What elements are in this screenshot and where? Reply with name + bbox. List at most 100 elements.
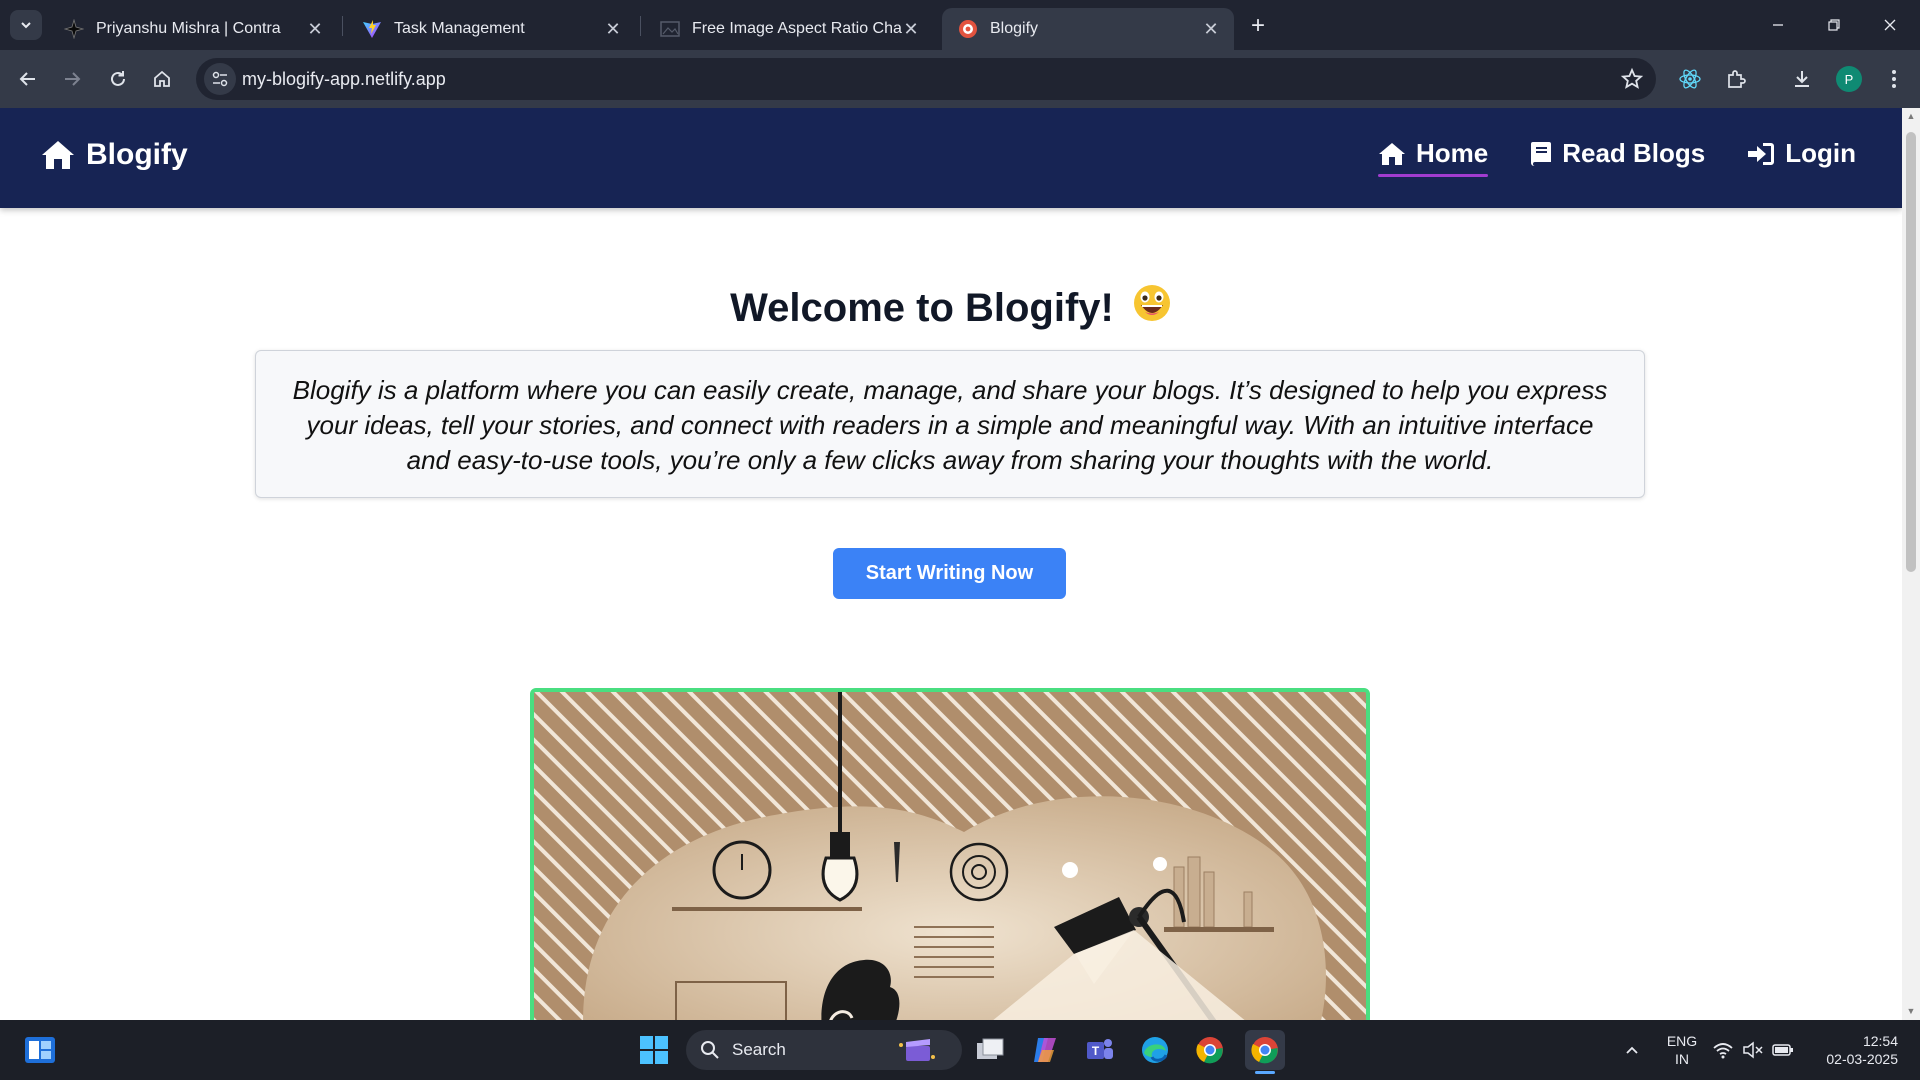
task-view-button[interactable] [970, 1030, 1010, 1070]
windows-logo-icon [640, 1036, 668, 1064]
taskbar-search[interactable]: Search [686, 1030, 962, 1070]
close-icon[interactable]: ✕ [306, 20, 324, 38]
minimize-button[interactable] [1750, 0, 1806, 50]
tab-title: Free Image Aspect Ratio Changer [692, 20, 902, 37]
chrome-button[interactable] [1190, 1030, 1230, 1070]
home-icon [154, 70, 170, 87]
close-icon [1884, 19, 1896, 31]
brand-name: Blogify [86, 138, 188, 171]
url-text[interactable]: my-blogify-app.netlify.app [242, 69, 446, 90]
contra-logo-icon [64, 19, 84, 39]
nav-login[interactable]: Login [1747, 138, 1856, 175]
close-window-button[interactable] [1862, 0, 1918, 50]
browser-toolbar: my-blogify-app.netlify.app P [0, 50, 1920, 108]
site-info-button[interactable] [204, 63, 236, 95]
downloads-button[interactable] [1786, 63, 1818, 95]
widgets-button[interactable] [20, 1030, 60, 1070]
tab-aspect-ratio[interactable]: Free Image Aspect Ratio Changer ✕ [644, 8, 934, 50]
chevron-up-icon [1626, 1046, 1638, 1054]
tab-title: Priyanshu Mishra | Contra [96, 20, 281, 37]
arrow-right-icon [65, 72, 81, 86]
language-indicator[interactable]: ENG IN [1664, 1032, 1700, 1068]
clock-time: 12:54 [1862, 1033, 1898, 1049]
svg-text:T: T [1092, 1044, 1100, 1058]
page-viewport: Blogify Home Read Blogs Login Welcome to… [0, 108, 1902, 1020]
home-icon [42, 141, 74, 169]
nav-label: Home [1415, 138, 1489, 168]
copilot-icon [1034, 1038, 1056, 1062]
teams-button[interactable]: T [1080, 1030, 1120, 1070]
system-tray-status[interactable] [1708, 1030, 1798, 1070]
tab-contra[interactable]: Priyanshu Mishra | Contra ✕ [48, 8, 338, 50]
copilot-button[interactable] [1025, 1030, 1065, 1070]
nav-read-blogs[interactable]: Read Blogs [1530, 138, 1705, 175]
nav-home[interactable]: Home [1377, 138, 1489, 177]
search-icon [701, 1041, 719, 1059]
minimize-icon [1773, 24, 1783, 26]
scroll-up-icon[interactable]: ▲ [1906, 111, 1916, 121]
clapperboard-icon [899, 1039, 935, 1061]
intro-card: Blogify is a platform where you can easi… [255, 350, 1645, 498]
writer-desk-illustration-icon [534, 692, 1366, 1020]
reload-button[interactable] [102, 63, 134, 95]
scroll-down-icon[interactable]: ▼ [1906, 1006, 1916, 1016]
region-code: IN [1675, 1051, 1689, 1067]
clock[interactable]: 12:54 02-03-2025 [1808, 1032, 1898, 1068]
arrow-left-icon [19, 72, 35, 86]
tab-separator [342, 16, 343, 36]
language-code: ENG [1666, 1033, 1698, 1049]
restore-icon [1828, 19, 1840, 31]
search-label: Search [732, 1040, 786, 1059]
site-navbar: Blogify Home Read Blogs Login [0, 108, 1902, 208]
edge-button[interactable] [1135, 1030, 1175, 1070]
nav-label: Login [1785, 138, 1856, 168]
teams-icon: T [1087, 1039, 1113, 1059]
home-button[interactable] [146, 63, 178, 95]
scrollbar-thumb[interactable] [1906, 132, 1916, 572]
vite-logo-icon [363, 20, 381, 38]
nav-label: Read Blogs [1562, 138, 1706, 168]
page-scrollbar[interactable]: ▲ ▼ [1902, 108, 1920, 1020]
start-writing-button[interactable]: Start Writing Now [833, 548, 1066, 599]
restore-button[interactable] [1806, 0, 1862, 50]
tab-task-management[interactable]: Task Management ✕ [346, 8, 636, 50]
wifi-icon [1713, 1043, 1733, 1059]
chevron-down-icon [21, 22, 31, 29]
extensions-button[interactable] [1720, 63, 1752, 95]
react-icon [1679, 69, 1701, 89]
react-devtools-extension[interactable] [1674, 63, 1706, 95]
profile-avatar[interactable]: P [1836, 66, 1862, 92]
tune-icon [212, 71, 228, 87]
task-view-icon [977, 1038, 1004, 1059]
brand-logo-link[interactable]: Blogify [40, 138, 188, 172]
hero-title: Welcome to Blogify! [0, 283, 1902, 333]
grinning-face-emoji-icon [1132, 283, 1172, 333]
bookmark-button[interactable] [1620, 67, 1644, 91]
sign-in-icon [1748, 142, 1775, 165]
tab-blogify[interactable]: Blogify ✕ [942, 8, 1234, 50]
more-vertical-icon [1892, 70, 1896, 88]
hero-title-text: Welcome to Blogify! [730, 285, 1114, 330]
browser-menu-button[interactable] [1878, 63, 1910, 95]
tab-search-button[interactable] [10, 10, 42, 40]
close-icon[interactable]: ✕ [902, 20, 920, 38]
forward-button[interactable] [56, 63, 88, 95]
reload-icon [111, 71, 125, 86]
back-button[interactable] [12, 63, 44, 95]
new-tab-button[interactable]: + [1244, 12, 1272, 40]
close-icon[interactable]: ✕ [604, 20, 622, 38]
close-icon[interactable]: ✕ [1202, 20, 1220, 38]
intro-paragraph: Blogify is a platform where you can easi… [292, 375, 1608, 475]
address-bar[interactable]: my-blogify-app.netlify.app [196, 58, 1656, 100]
start-button[interactable] [634, 1030, 674, 1070]
tab-title: Blogify [990, 20, 1039, 37]
chrome-active-button[interactable] [1245, 1030, 1285, 1070]
tab-separator [640, 16, 641, 36]
image-icon [660, 21, 680, 37]
clock-date: 02-03-2025 [1826, 1051, 1898, 1067]
puzzle-icon [1728, 70, 1746, 88]
star-icon [1620, 67, 1644, 89]
chrome-icon [1196, 1037, 1223, 1064]
show-hidden-icons-button[interactable] [1612, 1030, 1652, 1070]
chrome-icon [1251, 1037, 1278, 1064]
